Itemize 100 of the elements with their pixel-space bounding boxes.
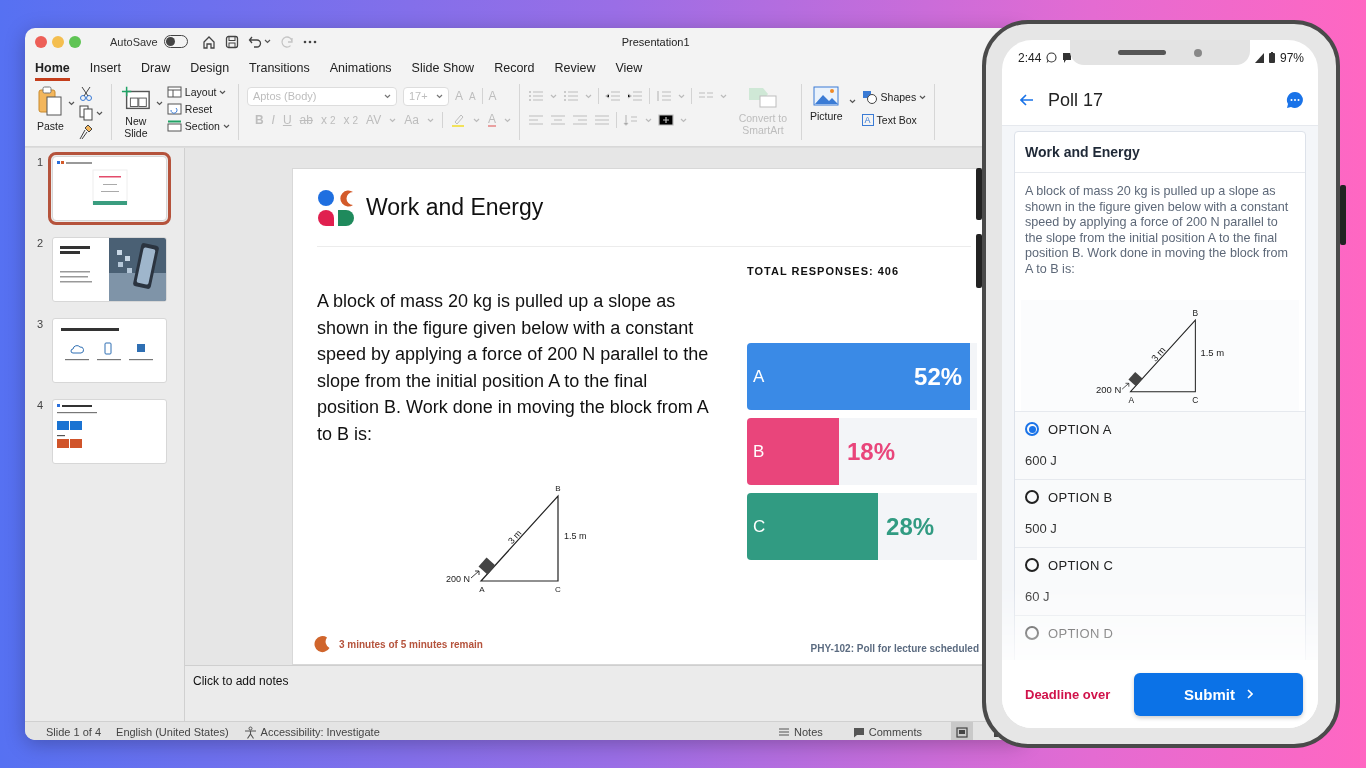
accessibility-icon[interactable] — [243, 725, 257, 739]
ribbon-tab[interactable]: Draw — [141, 57, 171, 81]
radio-button[interactable] — [1025, 558, 1039, 573]
ribbon-tab[interactable]: Transitions — [249, 57, 310, 81]
battery-icon — [1268, 52, 1275, 63]
figure-label: 200 N — [1096, 383, 1122, 395]
radio-button[interactable] — [1025, 422, 1039, 437]
chevron-icon — [1246, 689, 1253, 699]
undo-icon[interactable] — [247, 34, 262, 49]
reset-button[interactable]: Reset — [166, 103, 230, 115]
shapes-icon[interactable] — [861, 90, 878, 104]
option-value: 600 J — [1025, 452, 1058, 468]
clipboard-icon[interactable] — [37, 86, 64, 116]
status-time: 2:44 — [1018, 50, 1042, 65]
notes-placeholder[interactable]: Click to add notes — [193, 674, 289, 688]
percent-label: 28% — [886, 512, 935, 541]
ribbon-tab[interactable]: View — [615, 57, 643, 81]
option-value: 500 J — [1025, 520, 1058, 536]
layout-icon[interactable] — [166, 86, 182, 98]
timer-text: 3 minutes of 5 minutes remain — [339, 638, 483, 650]
slide-thumbnail[interactable] — [52, 237, 167, 302]
figure-label: 3 m — [1148, 344, 1168, 364]
figure-label: 1.5 m — [1200, 346, 1225, 358]
chat-bubble-icon — [1046, 52, 1058, 63]
window-title: Presentation1 — [621, 35, 690, 48]
figure-label: C — [1192, 394, 1199, 405]
section-icon[interactable] — [166, 120, 182, 132]
slide-number: 3 — [37, 318, 45, 330]
option-label[interactable]: OPTION C — [1048, 557, 1114, 573]
caret-icon[interactable] — [263, 39, 271, 44]
slide-number: 1 — [37, 156, 45, 168]
timer-icon — [313, 635, 331, 653]
radio-button[interactable] — [1025, 490, 1039, 505]
copy-icon[interactable] — [78, 105, 93, 121]
caret-icon[interactable] — [848, 99, 856, 104]
maximize-button[interactable] — [69, 35, 81, 48]
question-text: A block of mass 20 kg is pulled up a slope as shown in the figure given below with a constant speed by applying a force of 200 N parallel to the slope from the initial position A to the final position B. Work done in moving the block from A to B is: — [1024, 183, 1290, 278]
ribbon-tab[interactable]: Animations — [329, 57, 392, 81]
signal-icon — [1254, 52, 1264, 63]
radio-button[interactable] — [1025, 626, 1039, 641]
shapes-button[interactable]: Shapes — [861, 90, 927, 104]
picture-icon[interactable] — [813, 86, 840, 106]
caret-icon[interactable] — [155, 101, 163, 106]
comment-icon[interactable] — [852, 726, 865, 738]
ribbon-tab[interactable]: Review — [554, 57, 596, 81]
notes-icon[interactable] — [778, 727, 791, 737]
slide-thumbnail[interactable] — [52, 399, 167, 464]
comments-button[interactable]: Comments — [868, 726, 922, 738]
autosave-label: AutoSave — [110, 35, 158, 48]
paste-button[interactable]: Paste — [37, 84, 64, 132]
option-label[interactable]: OPTION A — [1048, 421, 1112, 437]
logo-icon — [317, 188, 355, 227]
option-label[interactable]: OPTION B — [1048, 489, 1113, 505]
notification-icon — [1062, 52, 1073, 63]
battery-level: 97% — [1279, 50, 1304, 65]
caret-icon[interactable] — [95, 110, 103, 116]
cut-icon[interactable] — [78, 86, 93, 102]
percent-label: 52% — [914, 362, 963, 391]
align-text-icon[interactable] — [657, 114, 674, 126]
slide-number: 4 — [37, 399, 45, 411]
caret-icon[interactable] — [222, 123, 230, 129]
reset-icon[interactable] — [166, 103, 182, 115]
layout-button[interactable]: Layout — [166, 86, 230, 98]
ribbon-tab[interactable]: Record — [494, 57, 535, 81]
text-box-button[interactable]: A Text Box — [861, 114, 927, 126]
back-icon[interactable] — [1020, 94, 1034, 106]
close-button[interactable] — [35, 35, 47, 48]
new-slide-button[interactable]: New Slide — [119, 84, 152, 140]
footer-text: PHY-102: Poll for lecture scheduled — [810, 641, 979, 654]
ribbon-tab[interactable]: Insert — [89, 57, 121, 81]
caret-icon[interactable] — [435, 93, 443, 99]
save-icon[interactable] — [224, 34, 239, 49]
figure-label: 3 m — [506, 528, 524, 546]
screen-title: Poll 17 — [1048, 89, 1105, 111]
figure-label: 1.5 m — [564, 531, 587, 541]
home-icon[interactable] — [201, 34, 216, 49]
slide-thumbnail[interactable] — [52, 318, 167, 383]
picture-button[interactable]: Picture — [809, 84, 843, 122]
caret-icon[interactable] — [219, 89, 227, 95]
option-letter: A — [753, 366, 765, 387]
figure-label: 200 N — [445, 574, 470, 584]
ribbon-tab[interactable]: Slide Show — [411, 57, 475, 81]
ribbon-tab[interactable]: Design — [190, 57, 230, 81]
option-letter: C — [753, 516, 766, 537]
figure-label: B — [1192, 307, 1199, 318]
notes-button[interactable]: Notes — [794, 726, 823, 738]
format-painter-icon[interactable] — [78, 124, 93, 140]
section-button[interactable]: Section — [166, 120, 230, 132]
submit-button[interactable]: Submit — [1134, 672, 1303, 716]
accessibility-label[interactable]: Accessibility: Investigate — [260, 726, 380, 738]
language-label[interactable]: English (United States) — [116, 726, 229, 738]
percent-label: 18% — [847, 437, 896, 466]
caret-icon[interactable] — [919, 94, 927, 100]
caret-icon[interactable] — [67, 101, 75, 106]
chat-icon[interactable] — [1286, 91, 1304, 109]
total-responses: TOTAL RESPONSES: 406 — [747, 265, 901, 279]
figure-label: A — [479, 585, 485, 594]
figure-label: C — [555, 585, 561, 594]
new-slide-icon[interactable] — [120, 86, 151, 112]
normal-view-icon[interactable] — [956, 726, 968, 738]
